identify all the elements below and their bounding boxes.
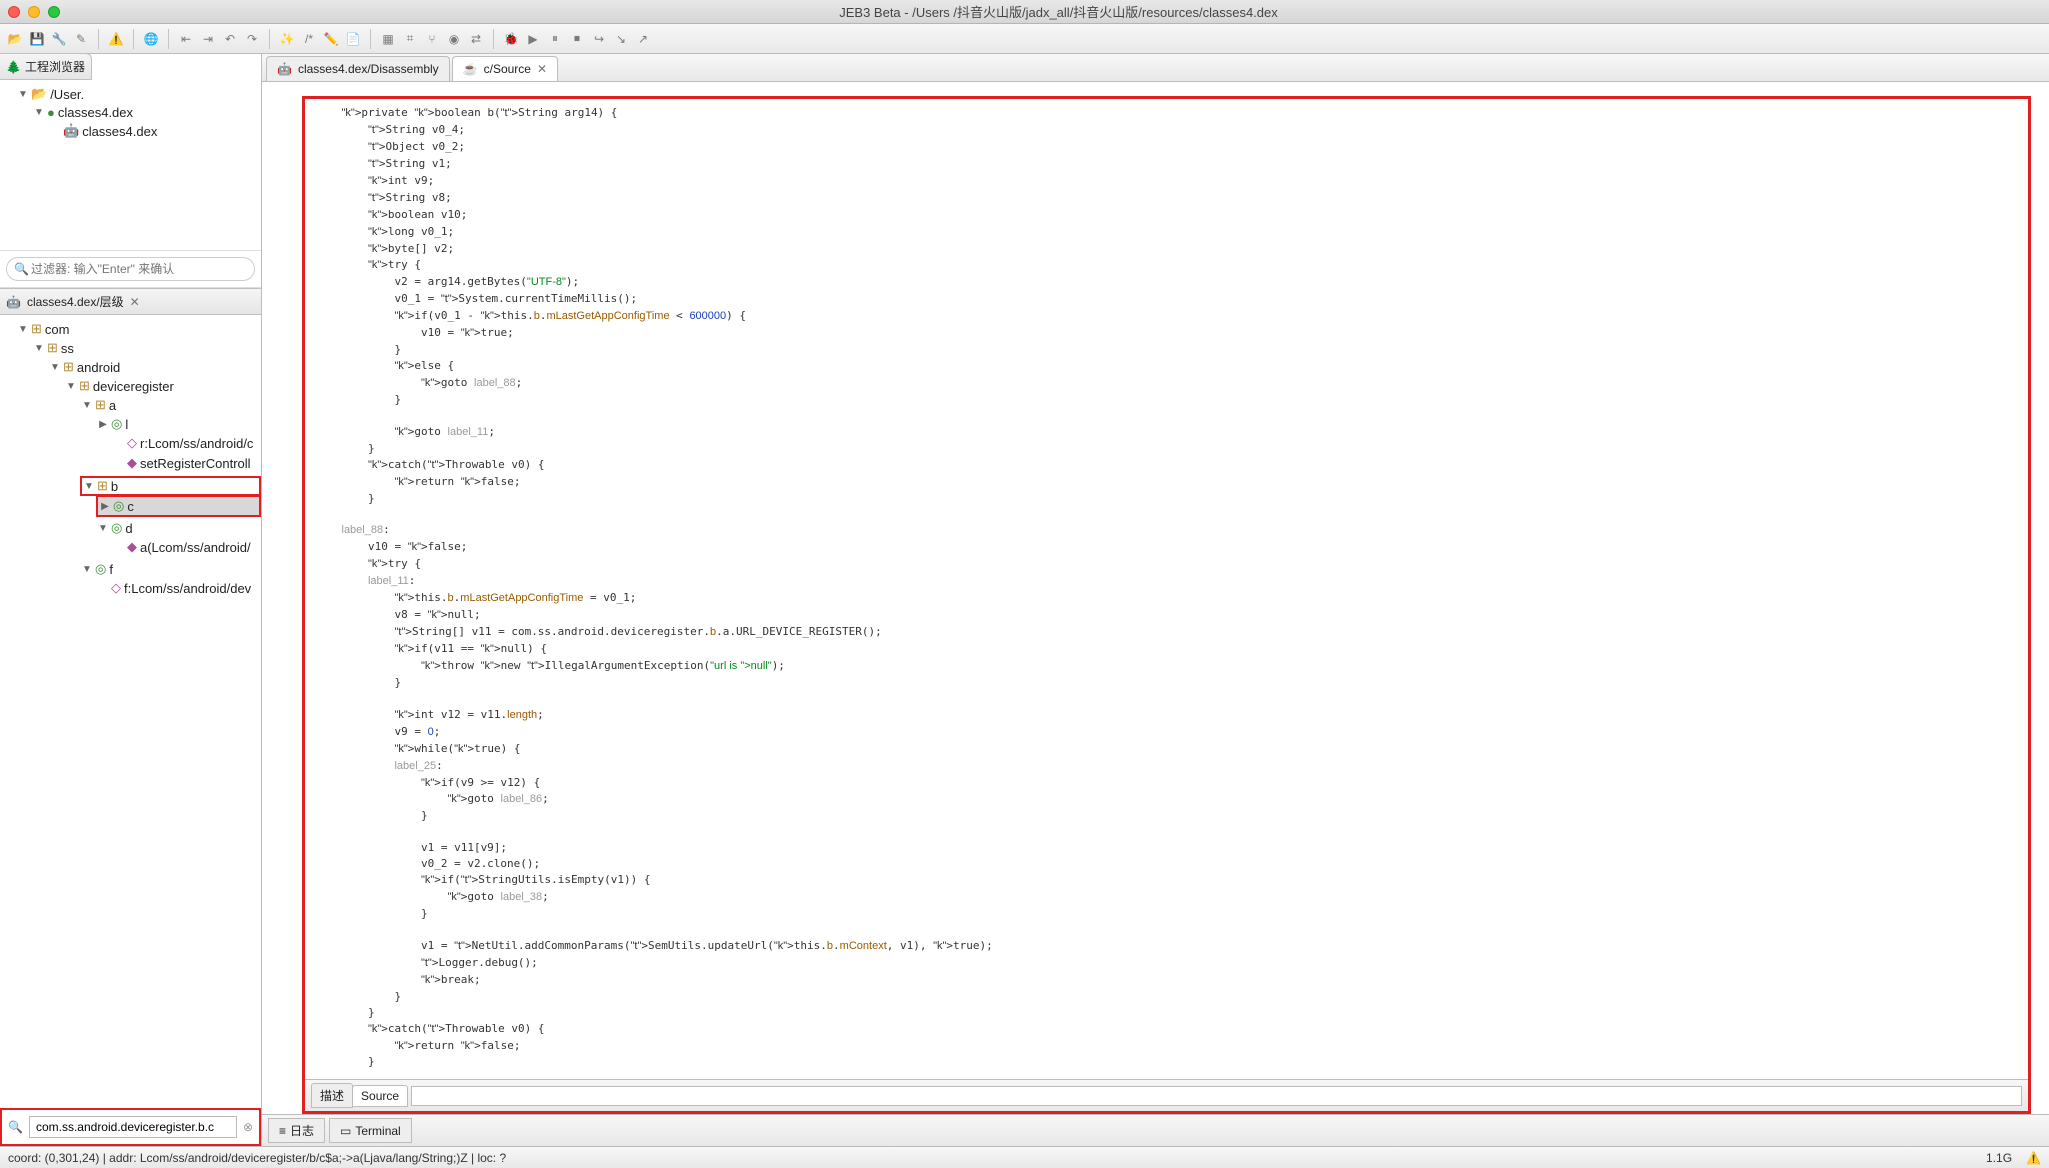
editor-pane: 🤖classes4.dex/Disassembly ☕c/Source✕ "k"…: [262, 54, 2049, 1146]
log-icon: ≡: [279, 1124, 286, 1138]
project-tree[interactable]: ▼📂/User. ▼●classes4.dex 🤖classes4.dex: [0, 80, 261, 250]
java-icon: ☕: [463, 62, 478, 76]
tab-source-bot[interactable]: Source: [352, 1085, 408, 1107]
package-icon: ⊞: [97, 478, 108, 494]
grid-icon[interactable]: ▦: [379, 30, 397, 48]
tree-icon[interactable]: ⌗: [401, 30, 419, 48]
main-toolbar: 📂 💾 🔧 ✎ ⚠️ 🌐 ⇤ ⇥ ↶ ↷ ✨ /* ✏️ 📄 ▦ ⌗ ⑂ ◉ ⇄…: [0, 24, 2049, 54]
editor-search-input[interactable]: [411, 1086, 2022, 1106]
class-search-input[interactable]: [29, 1116, 237, 1138]
search-icon: 🔍: [14, 262, 29, 276]
package-icon: ⊞: [79, 378, 90, 394]
dex-icon: ●: [47, 105, 55, 120]
warning-icon[interactable]: ⚠️: [2026, 1151, 2041, 1165]
redo-icon[interactable]: ↷: [243, 30, 261, 48]
minimize-window-button[interactable]: [28, 6, 40, 18]
terminal-icon: ▭: [340, 1124, 351, 1138]
step-over-icon[interactable]: ↪: [590, 30, 608, 48]
window-titlebar: JEB3 Beta - /Users /抖音火山版/jadx_all/抖音火山版…: [0, 0, 2049, 24]
pause-icon[interactable]: ⏸: [546, 30, 564, 48]
edit-icon[interactable]: ✏️: [322, 30, 340, 48]
package-icon: ⊞: [95, 397, 106, 413]
package-icon: ⊞: [31, 321, 42, 337]
tree-icon: 🌲: [6, 60, 21, 74]
class-icon: ◎: [113, 498, 124, 514]
close-window-button[interactable]: [8, 6, 20, 18]
step-out-icon[interactable]: ↗: [634, 30, 652, 48]
android-icon: 🤖: [6, 295, 21, 309]
class-icon: ◎: [111, 520, 122, 536]
wrench-icon[interactable]: 🔧: [50, 30, 68, 48]
nav-left-icon[interactable]: ⇤: [177, 30, 195, 48]
stop-icon[interactable]: ⏹: [568, 30, 586, 48]
class-icon: ◎: [95, 561, 106, 577]
macos-traffic-lights: [8, 6, 60, 18]
branch-icon[interactable]: ⑂: [423, 30, 441, 48]
status-memory: 1.1G: [1986, 1151, 2012, 1165]
play-icon[interactable]: ▶: [524, 30, 542, 48]
project-browser-tab[interactable]: 🌲 工程浏览器: [0, 53, 92, 80]
editor-bottom-tabs: 描述 Source: [305, 1079, 2028, 1111]
status-bar: coord: (0,301,24) | addr: Lcom/ss/androi…: [0, 1146, 2049, 1168]
comment-icon[interactable]: /*: [300, 30, 318, 48]
bottom-search-row: 🔍 ⊗: [0, 1108, 261, 1146]
tab-disassembly[interactable]: 🤖classes4.dex/Disassembly: [266, 56, 450, 81]
close-icon[interactable]: ✕: [130, 295, 140, 309]
tab-terminal[interactable]: ▭Terminal: [329, 1118, 412, 1143]
android-icon: 🤖: [63, 123, 79, 139]
field-icon: ◇: [127, 435, 137, 451]
tab-source[interactable]: ☕c/Source✕: [452, 56, 558, 81]
save-icon[interactable]: 💾: [28, 30, 46, 48]
step-into-icon[interactable]: ↘: [612, 30, 630, 48]
editor-tabs: 🤖classes4.dex/Disassembly ☕c/Source✕: [262, 54, 2049, 82]
tab-log[interactable]: ≡日志: [268, 1118, 325, 1143]
package-icon: ⊞: [63, 359, 74, 375]
doc-icon[interactable]: 📄: [344, 30, 362, 48]
warning-icon[interactable]: ⚠️: [107, 30, 125, 48]
window-title: JEB3 Beta - /Users /抖音火山版/jadx_all/抖音火山版…: [76, 2, 2041, 21]
search-icon: 🔍: [8, 1120, 23, 1134]
graph-icon[interactable]: ◉: [445, 30, 463, 48]
nav-right-icon[interactable]: ⇥: [199, 30, 217, 48]
filter-input[interactable]: [6, 257, 255, 281]
undo-icon[interactable]: ↶: [221, 30, 239, 48]
folder-icon: 📂: [31, 86, 47, 102]
tab-desc[interactable]: 描述: [311, 1083, 353, 1108]
bottom-panel-tabs: ≡日志 ▭Terminal: [262, 1114, 2049, 1146]
hierarchy-tree[interactable]: ▼⊞com ▼⊞ss ▼⊞android ▼⊞deviceregister ▼⊞…: [0, 315, 261, 1108]
tree-node-c[interactable]: ▶◎c: [96, 495, 261, 517]
source-code[interactable]: "k">private "k">boolean b("t">String arg…: [305, 99, 2028, 1079]
interface-icon: ◎: [111, 416, 122, 432]
open-icon[interactable]: 📂: [6, 30, 24, 48]
status-coord: coord: (0,301,24) | addr: Lcom/ss/androi…: [8, 1151, 506, 1165]
pencil-icon[interactable]: ✎: [72, 30, 90, 48]
project-filter: 🔍: [0, 250, 261, 288]
left-sidebar: 🌲 工程浏览器 ▼📂/User. ▼●classes4.dex 🤖classes…: [0, 54, 262, 1146]
zoom-window-button[interactable]: [48, 6, 60, 18]
code-view-highlighted: "k">private "k">boolean b("t">String arg…: [302, 96, 2031, 1114]
method-icon: ◆: [127, 539, 137, 555]
field-icon: ◇: [111, 580, 121, 596]
bug-icon[interactable]: 🐞: [502, 30, 520, 48]
wand-icon[interactable]: ✨: [278, 30, 296, 48]
android-icon: 🤖: [277, 62, 292, 76]
package-icon: ⊞: [47, 340, 58, 356]
hierarchy-tab[interactable]: 🤖 classes4.dex/层级 ✕: [0, 288, 261, 315]
link-icon[interactable]: ⇄: [467, 30, 485, 48]
method-icon: ◆: [127, 455, 137, 471]
globe-icon[interactable]: 🌐: [142, 30, 160, 48]
close-icon[interactable]: ✕: [537, 62, 547, 76]
clear-icon[interactable]: ⊗: [243, 1120, 253, 1134]
